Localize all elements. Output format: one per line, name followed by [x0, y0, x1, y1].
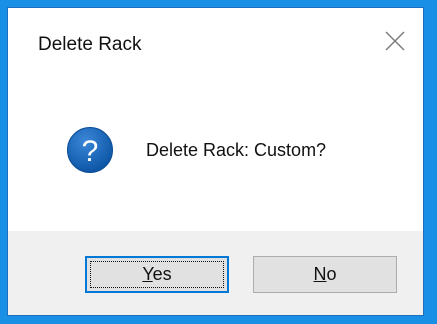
close-icon	[385, 31, 405, 51]
yes-label-rest: es	[152, 264, 172, 284]
yes-button[interactable]: Yes	[85, 256, 229, 293]
no-button-label: No	[313, 264, 336, 285]
button-bar: Yes No	[8, 231, 423, 315]
close-button[interactable]	[382, 28, 408, 54]
desktop-background: Delete Rack ? Delete Rack: Custom? Yes N…	[0, 0, 437, 324]
yes-mnemonic: Y	[142, 264, 153, 284]
delete-rack-dialog: Delete Rack ? Delete Rack: Custom? Yes N…	[7, 7, 424, 316]
dialog-content: ? Delete Rack: Custom?	[8, 68, 423, 231]
no-mnemonic: N	[313, 264, 327, 284]
svg-text:?: ?	[82, 135, 99, 168]
no-label-rest: o	[326, 264, 337, 284]
yes-button-label: Yes	[142, 264, 171, 285]
question-icon: ?	[66, 126, 114, 174]
dialog-message: Delete Rack: Custom?	[146, 140, 327, 160]
title-bar[interactable]: Delete Rack	[8, 8, 423, 68]
dialog-title: Delete Rack	[38, 34, 142, 55]
no-button[interactable]: No	[253, 256, 397, 293]
